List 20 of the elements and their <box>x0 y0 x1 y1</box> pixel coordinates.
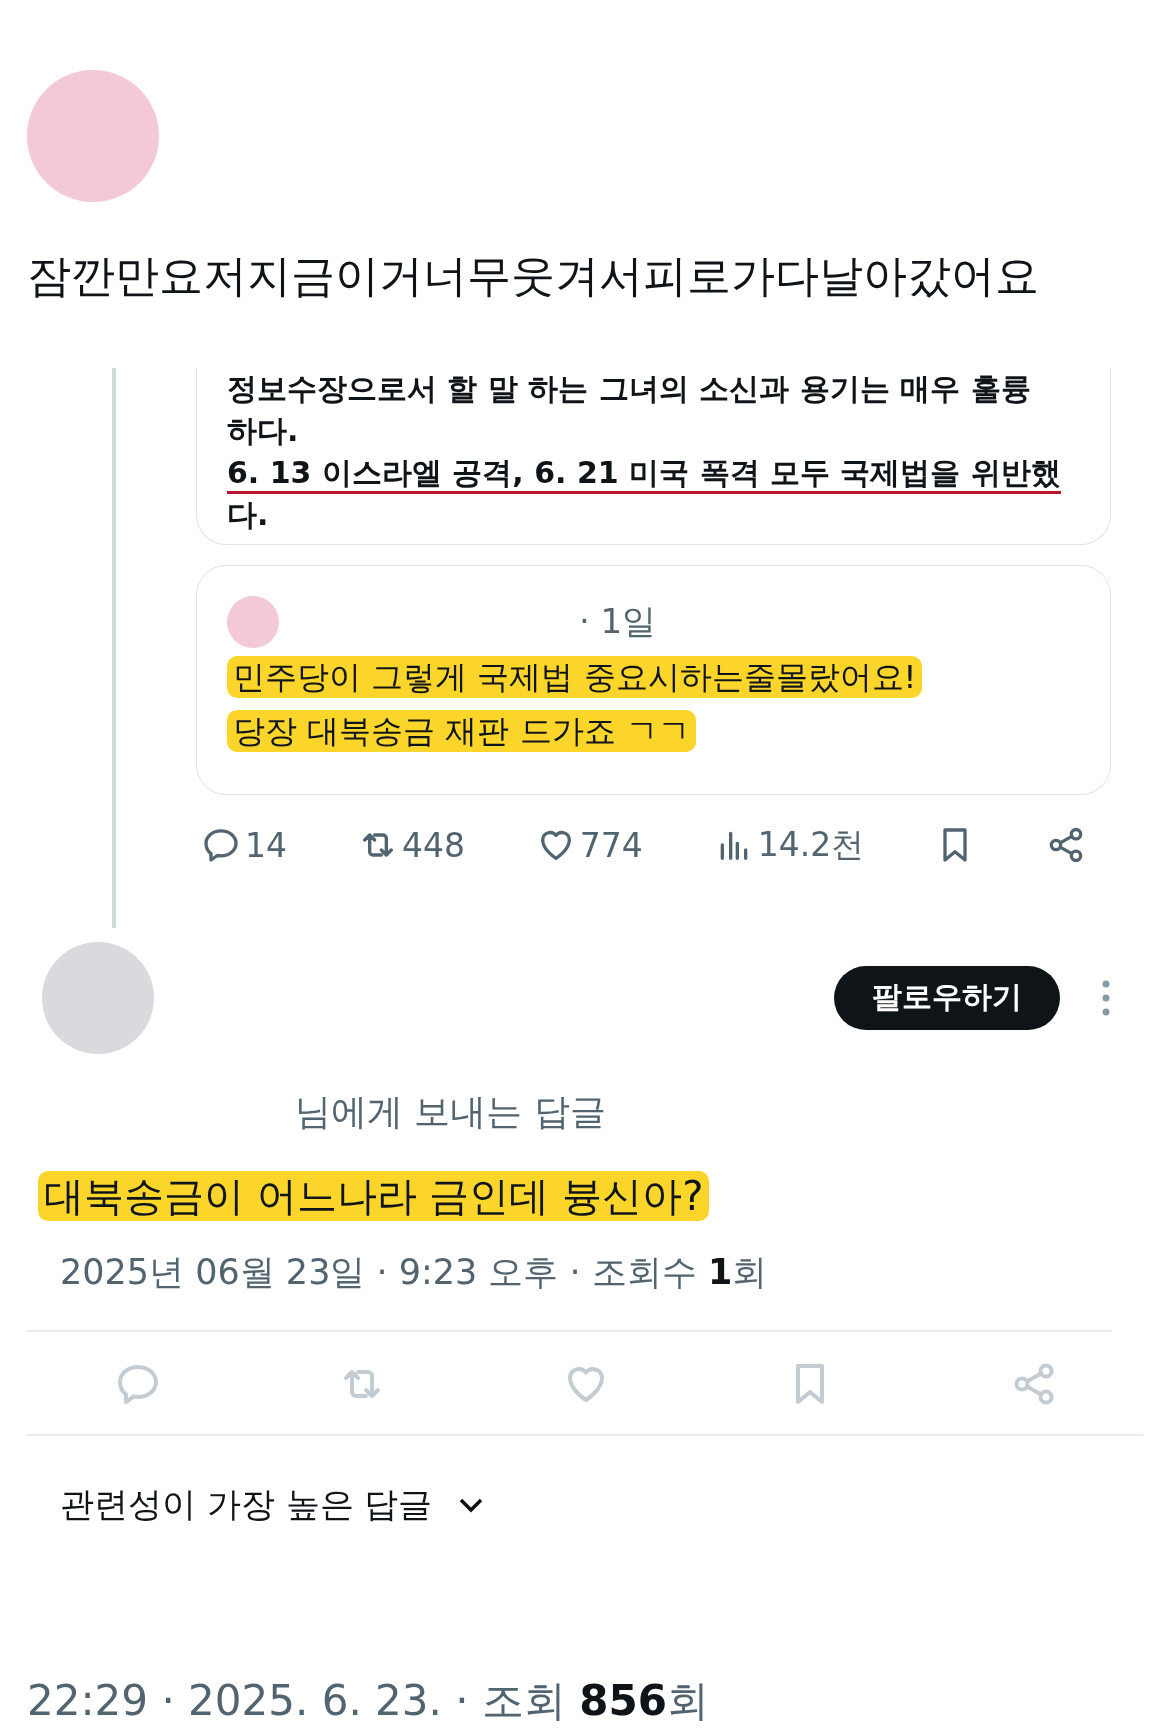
quoted-post-text: 6. 13 이스라엘 공격, 6. 21 미국 폭격 모두 국제법을 위반했 <box>227 453 1061 492</box>
sort-label[interactable]: 관련성이 가장 높은 답글 <box>60 1481 433 1528</box>
stat-count: 14.2천 <box>757 823 865 866</box>
post-meta: 22:29 · 2025. 6. 23. · 조회 856회 <box>27 1674 710 1727</box>
reply-to-label: 님에게 보내는 답글 <box>295 1089 607 1134</box>
post-text: 잠깐만요저지금이거너무웃겨서피로가다날아갔어요 <box>27 250 1040 303</box>
stat-count: 774 <box>579 825 643 865</box>
stat-count: 448 <box>401 825 465 865</box>
quoted-post-text: 정보수장으로서 할 말 하는 그녀의 소신과 용기는 매우 훌륭 <box>227 369 1031 408</box>
stat-count: 14 <box>245 825 287 865</box>
avatar-icon[interactable] <box>227 595 279 648</box>
post-meta: 2025년 06월 23일 · 9:23 오후 · 조회수 1회 <box>60 1250 769 1294</box>
reply-text: 민주당이 그렇게 국제법 중요시하는줄몰랐어요! <box>227 655 923 698</box>
quoted-post-text: 하다. <box>227 411 299 450</box>
reply-text: 당장 대북송금 재판 드가죠 ㄱㄱ <box>227 709 696 752</box>
follow-button[interactable]: 팔로우하기 <box>834 965 1060 1030</box>
post-time: · 1일 <box>579 599 657 643</box>
reply-text: 대북송금이 어느나라 금인데 븅신아? <box>38 1170 710 1221</box>
more-icon[interactable] <box>1102 979 1110 1016</box>
quoted-post-text: 다. <box>227 495 269 534</box>
